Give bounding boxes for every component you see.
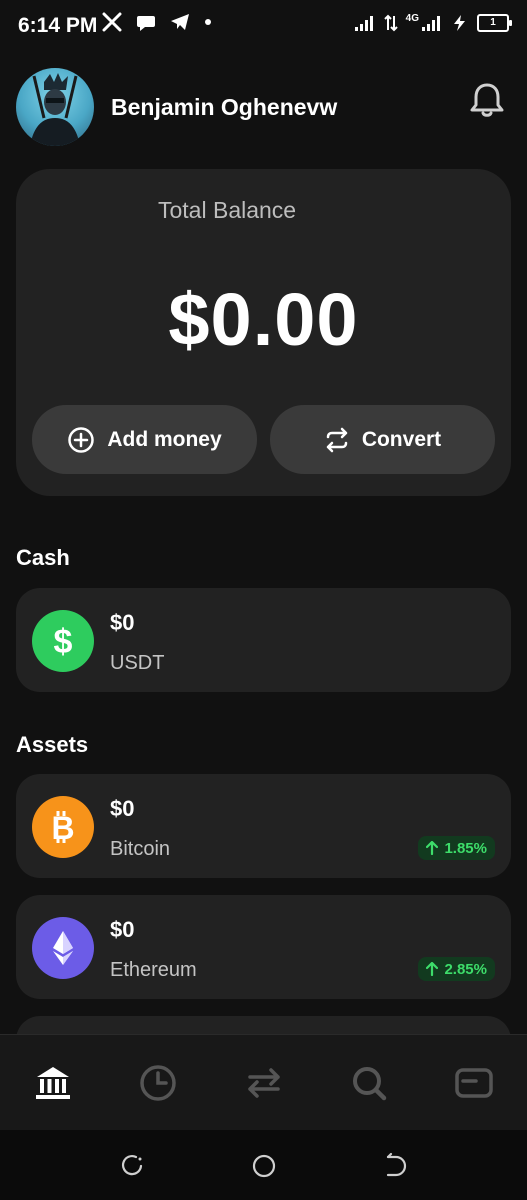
- convert-button[interactable]: Convert: [270, 405, 495, 474]
- avatar-figure: [30, 73, 80, 146]
- balance-amount: $0.00: [168, 278, 359, 361]
- cash-item-usdt[interactable]: $ $0 USDT: [16, 588, 511, 692]
- svg-text:$: $: [54, 623, 73, 661]
- add-money-label: Add money: [107, 427, 222, 451]
- add-money-button[interactable]: Add money: [32, 405, 257, 474]
- signal-4g-icon: [422, 16, 440, 31]
- battery-icon: 1: [477, 14, 512, 32]
- status-system-icons: 4G 1: [354, 12, 512, 32]
- bitcoin-icon: B: [32, 796, 94, 858]
- system-navigation-bar: [0, 1130, 527, 1200]
- back-icon: [386, 1152, 407, 1177]
- bottom-nav: [0, 1034, 527, 1131]
- asset-item-ethereum[interactable]: $0 Ethereum 2.85%: [16, 895, 511, 999]
- status-time: 6:14 PM: [18, 14, 98, 37]
- nav-search[interactable]: [347, 1061, 391, 1105]
- dot-icon: [205, 19, 211, 25]
- status-bar: 6:14 PM 4G 1: [0, 0, 527, 56]
- user-name: Benjamin Oghenevw: [111, 94, 338, 120]
- profile-header: Benjamin Oghenevw: [16, 68, 511, 150]
- home-bank-icon: [36, 1067, 70, 1099]
- asset-name: Ethereum: [110, 959, 197, 981]
- change-badge: 2.85%: [418, 957, 495, 981]
- search-icon: [353, 1067, 387, 1101]
- cash-section-title: Cash: [16, 545, 70, 570]
- cash-name: USDT: [110, 652, 165, 674]
- plus-circle-icon: [68, 426, 95, 453]
- asset-item-bitcoin[interactable]: B $0 Bitcoin 1.85%: [16, 774, 511, 878]
- dollar-icon: $: [32, 610, 94, 672]
- cash-amount: $0: [110, 610, 135, 635]
- convert-arrows-icon: [326, 427, 348, 452]
- change-badge: 1.85%: [418, 836, 495, 860]
- chat-icon: [137, 16, 155, 31]
- status-notification-icons: [102, 12, 212, 32]
- home-circle-icon: [252, 1154, 276, 1178]
- x-icon: [102, 12, 122, 32]
- notifications-button[interactable]: [467, 80, 507, 120]
- card-icon: [455, 1068, 493, 1098]
- data-arrows-icon: [383, 14, 398, 32]
- avatar[interactable]: [16, 68, 94, 146]
- ethereum-icon: [32, 917, 94, 979]
- transfer-arrows-icon: [248, 1068, 280, 1098]
- arrow-up-icon: [426, 841, 439, 855]
- recent-apps-icon: [121, 1155, 143, 1176]
- signal-icon: [354, 16, 373, 31]
- convert-label: Convert: [361, 427, 442, 451]
- history-clock-icon: [140, 1065, 176, 1101]
- asset-amount: $0: [110, 796, 135, 821]
- telegram-icon: [171, 14, 189, 30]
- asset-name: Bitcoin: [110, 838, 171, 860]
- asset-amount: $0: [110, 917, 135, 942]
- nav-card[interactable]: [452, 1061, 496, 1105]
- change-value: 1.85%: [444, 839, 487, 857]
- nav-history[interactable]: [136, 1061, 180, 1105]
- back-button[interactable]: [382, 1152, 410, 1180]
- home-button[interactable]: [250, 1152, 278, 1180]
- recent-apps-button[interactable]: [118, 1152, 146, 1180]
- arrow-up-icon: [426, 962, 439, 976]
- bell-icon: [470, 83, 504, 117]
- balance-card: Total Balance $0.00 Add money Convert: [16, 169, 511, 496]
- nav-transfer[interactable]: [242, 1061, 286, 1105]
- change-value: 2.85%: [444, 960, 487, 978]
- charging-icon: [454, 15, 465, 31]
- balance-label: Total Balance: [158, 197, 297, 223]
- assets-section-title: Assets: [16, 732, 89, 757]
- nav-home[interactable]: [31, 1061, 75, 1105]
- network-type: 4G: [405, 12, 419, 24]
